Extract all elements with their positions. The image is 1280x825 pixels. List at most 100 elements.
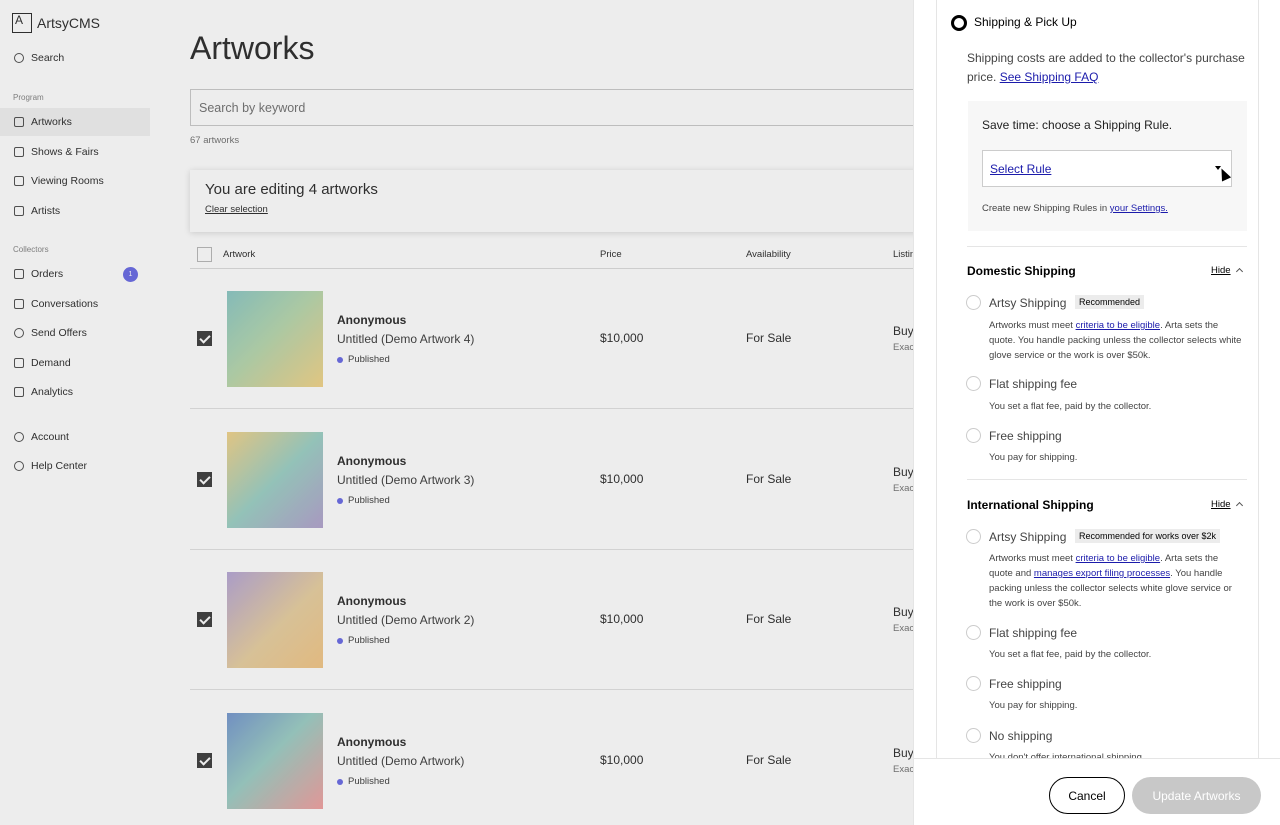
- sidebar-item-viewing-rooms[interactable]: Viewing Rooms: [14, 175, 104, 187]
- international-hide-toggle[interactable]: Hide: [1211, 499, 1231, 510]
- domestic-shipping-title: Domestic Shipping: [967, 264, 1076, 278]
- option-label[interactable]: Flat shipping fee: [989, 377, 1077, 391]
- cancel-button[interactable]: Cancel: [1049, 777, 1125, 814]
- international-no-shipping-radio[interactable]: [966, 728, 981, 743]
- sidebar-item-artworks[interactable]: Artworks: [14, 116, 72, 128]
- edit-banner: You are editing 4 artworks Clear selecti…: [190, 170, 913, 232]
- shipping-panel: Shipping & Pick Up Shipping costs are ad…: [913, 0, 1280, 825]
- international-shipping-title: International Shipping: [967, 498, 1094, 512]
- artwork-thumbnail[interactable]: [227, 713, 323, 809]
- listing-option: Buy: [893, 746, 913, 760]
- table-row[interactable]: Anonymous Untitled (Demo Artwork 3) Publ…: [190, 410, 913, 550]
- artist-name: Anonymous: [337, 454, 407, 468]
- shipping-faq-link[interactable]: See Shipping FAQ: [1000, 70, 1099, 84]
- availability: For Sale: [746, 472, 792, 486]
- option-label[interactable]: Artsy Shipping: [989, 296, 1066, 310]
- artwork-title[interactable]: Untitled (Demo Artwork 4): [337, 332, 474, 346]
- listing-option: Buy: [893, 605, 913, 619]
- logo-text: ArtsyCMS: [37, 15, 100, 31]
- artwork-title[interactable]: Untitled (Demo Artwork 2): [337, 613, 474, 627]
- update-artworks-button[interactable]: Update Artworks: [1132, 777, 1261, 814]
- sidebar-item-analytics[interactable]: Analytics: [14, 386, 73, 398]
- search-icon: [14, 53, 24, 63]
- option-description: You pay for shipping.: [989, 700, 1078, 711]
- availability: For Sale: [746, 331, 792, 345]
- artists-icon: [14, 206, 24, 216]
- option-label[interactable]: Free shipping: [989, 677, 1062, 691]
- option-description: You don't offer international shipping.: [989, 752, 1145, 758]
- offer-icon: [14, 328, 24, 338]
- artwork-thumbnail[interactable]: [227, 432, 323, 528]
- row-checkbox[interactable]: [197, 331, 212, 346]
- intro-text: Shipping costs are added to the collecto…: [967, 51, 1245, 84]
- sidebar-item-shows-fairs[interactable]: Shows & Fairs: [14, 146, 99, 158]
- panel-footer: Cancel Update Artworks: [914, 758, 1280, 825]
- chevron-up-icon[interactable]: [1235, 267, 1244, 276]
- international-free-shipping-radio[interactable]: [966, 676, 981, 691]
- recommended-tag: Recommended for works over $2k: [1075, 529, 1221, 543]
- option-label[interactable]: Flat shipping fee: [989, 626, 1077, 640]
- artwork-title[interactable]: Untitled (Demo Artwork): [337, 754, 464, 768]
- sidebar-item-conversations[interactable]: Conversations: [14, 298, 98, 310]
- table-row[interactable]: Anonymous Untitled (Demo Artwork 4) Publ…: [190, 269, 913, 409]
- criteria-link[interactable]: criteria to be eligible: [1076, 553, 1161, 564]
- artwork-thumbnail[interactable]: [227, 291, 323, 387]
- option-description: You pay for shipping.: [989, 452, 1078, 463]
- sidebar-item-artists[interactable]: Artists: [14, 205, 60, 217]
- chevron-up-icon[interactable]: [1235, 501, 1244, 510]
- option-label[interactable]: Artsy Shipping: [989, 530, 1066, 544]
- artwork-thumbnail[interactable]: [227, 572, 323, 668]
- settings-link[interactable]: your Settings.: [1110, 203, 1168, 214]
- international-flat-fee-radio[interactable]: [966, 625, 981, 640]
- table-row[interactable]: Anonymous Untitled (Demo Artwork) Publis…: [190, 691, 913, 825]
- option-description: Artworks must meet criteria to be eligib…: [989, 553, 1232, 609]
- option-description: You set a flat fee, paid by the collecto…: [989, 649, 1152, 660]
- sidebar-item-demand[interactable]: Demand: [14, 357, 71, 369]
- international-artsy-shipping-radio[interactable]: [966, 529, 981, 544]
- status-badge: Published: [337, 635, 390, 646]
- price: $10,000: [600, 331, 644, 345]
- row-checkbox[interactable]: [197, 472, 212, 487]
- option-label[interactable]: No shipping: [989, 729, 1052, 743]
- option-description: Artworks must meet criteria to be eligib…: [989, 320, 1242, 361]
- listing-sub: Exac: [893, 342, 913, 353]
- artwork-title[interactable]: Untitled (Demo Artwork 3): [337, 473, 474, 487]
- row-checkbox[interactable]: [197, 753, 212, 768]
- shipping-pickup-radio[interactable]: [951, 15, 967, 31]
- sidebar-item-send-offers[interactable]: Send Offers: [14, 327, 87, 339]
- column-listing[interactable]: Listin: [893, 249, 913, 260]
- sidebar-item-help-center[interactable]: Help Center: [14, 460, 87, 472]
- status-badge: Published: [337, 495, 390, 506]
- export-filing-link[interactable]: manages export filing processes: [1034, 568, 1170, 579]
- row-checkbox[interactable]: [197, 612, 212, 627]
- price: $10,000: [600, 753, 644, 767]
- table-row[interactable]: Anonymous Untitled (Demo Artwork 2) Publ…: [190, 550, 913, 690]
- sidebar-item-orders[interactable]: Orders: [14, 268, 63, 280]
- divider: [967, 479, 1247, 480]
- domestic-artsy-shipping-radio[interactable]: [966, 295, 981, 310]
- domestic-hide-toggle[interactable]: Hide: [1211, 265, 1231, 276]
- option-label[interactable]: Free shipping: [989, 429, 1062, 443]
- select-value: Select Rule: [990, 162, 1052, 176]
- domestic-free-shipping-radio[interactable]: [966, 428, 981, 443]
- search-input[interactable]: Search by keyword: [190, 89, 913, 126]
- sidebar-item-search[interactable]: Search: [14, 52, 64, 64]
- sidebar-item-account[interactable]: Account: [14, 431, 69, 443]
- artist-name: Anonymous: [337, 735, 407, 749]
- logo[interactable]: ArtsyCMS: [12, 13, 100, 33]
- criteria-link[interactable]: criteria to be eligible: [1076, 320, 1161, 331]
- column-price[interactable]: Price: [600, 249, 622, 260]
- column-artwork[interactable]: Artwork: [223, 249, 255, 260]
- panel-scroll-area[interactable]: Shipping & Pick Up Shipping costs are ad…: [936, 0, 1259, 758]
- shipping-rule-select[interactable]: Select Rule: [982, 150, 1232, 187]
- price: $10,000: [600, 472, 644, 486]
- bar-chart-icon: [14, 387, 24, 397]
- select-all-checkbox[interactable]: [197, 247, 212, 262]
- sidebar-section-collectors: Collectors: [13, 245, 49, 254]
- user-icon: [14, 432, 24, 442]
- clear-selection-link[interactable]: Clear selection: [205, 204, 268, 215]
- orders-badge: 1: [123, 267, 138, 282]
- rule-box-title: Save time: choose a Shipping Rule.: [982, 118, 1173, 132]
- column-availability[interactable]: Availability: [746, 249, 791, 260]
- domestic-flat-fee-radio[interactable]: [966, 376, 981, 391]
